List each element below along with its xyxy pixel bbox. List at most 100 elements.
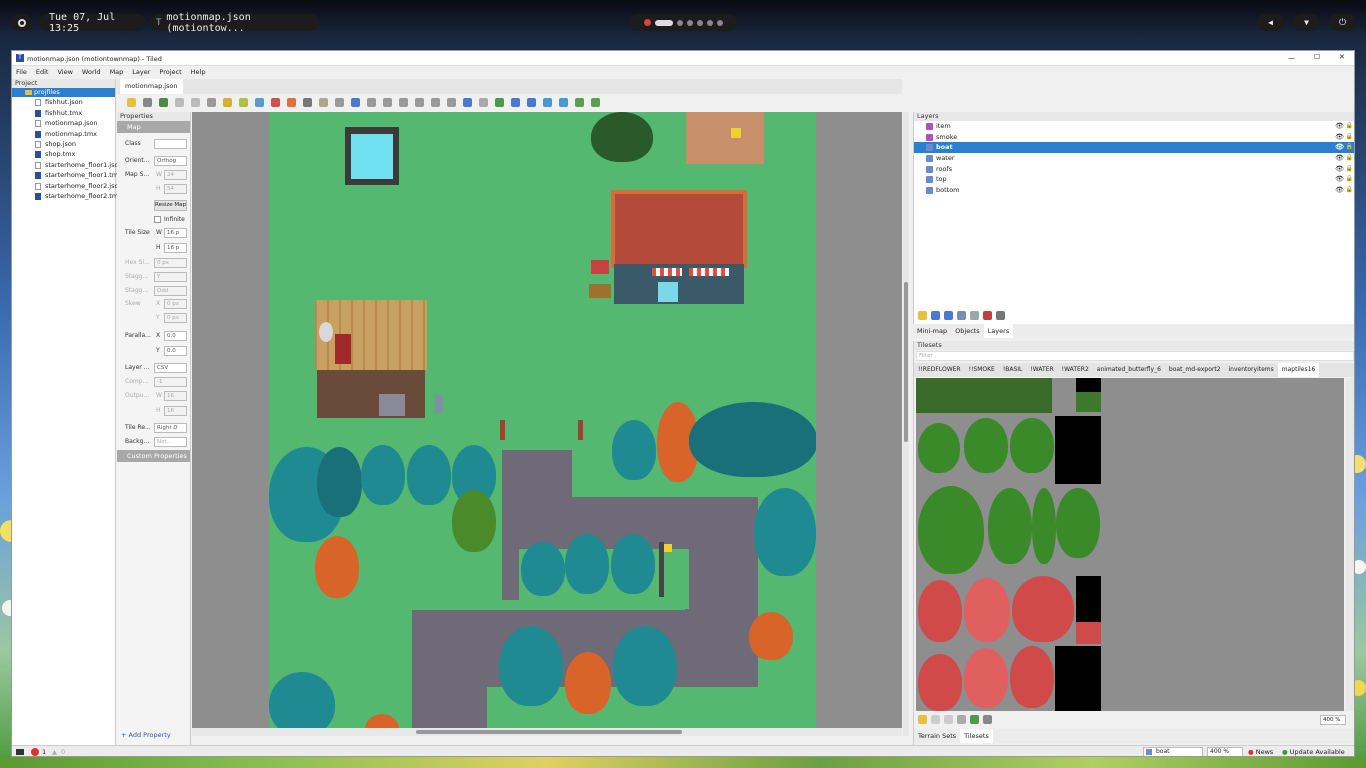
tileset-tab[interactable]: !WATER2: [1058, 363, 1093, 377]
magic-wand-icon[interactable]: [319, 98, 328, 107]
tile-render-dropdown[interactable]: Right D: [154, 423, 187, 433]
delete-layer-icon[interactable]: [983, 311, 992, 320]
minimize-button[interactable]: —: [1288, 54, 1295, 62]
tile-red-tree[interactable]: [918, 654, 962, 711]
tileset-tab[interactable]: maptiles16: [1277, 363, 1320, 377]
tileset-tab[interactable]: !BASIL: [999, 363, 1027, 377]
parallax-y-field[interactable]: 0.0: [164, 346, 187, 356]
tab-tilesets[interactable]: Tilesets: [960, 729, 993, 743]
lock-icon[interactable]: 🔒: [1346, 174, 1353, 185]
visibility-eye-icon[interactable]: 👁: [1335, 132, 1344, 143]
dock-tab-layers[interactable]: Layers: [983, 324, 1014, 338]
bucket-fill-icon[interactable]: [255, 98, 264, 107]
layer-row-roofs[interactable]: roofs 👁 🔒: [914, 164, 1354, 175]
menu-file[interactable]: File: [16, 68, 27, 78]
tile-red-bush[interactable]: [1076, 622, 1101, 644]
tileset-tab[interactable]: !WATER: [1026, 363, 1057, 377]
terrain-brush-icon[interactable]: [239, 98, 248, 107]
visibility-eye-icon[interactable]: 👁: [1335, 142, 1344, 153]
tile-green-tree[interactable]: [1032, 488, 1056, 564]
tilesize-w-field[interactable]: 16 p: [164, 228, 187, 238]
tile-red-tree[interactable]: [1012, 576, 1074, 642]
lock-icon[interactable]: 🔒: [1346, 142, 1353, 153]
stamp-dropdown-icon[interactable]: [207, 98, 216, 107]
tile-green-tree[interactable]: [1010, 418, 1054, 473]
lower-layer-icon[interactable]: [944, 311, 953, 320]
layer-row-top[interactable]: top 👁 🔒: [914, 174, 1354, 185]
delete-tileset-icon[interactable]: [983, 715, 992, 724]
layer-row-boat[interactable]: boat 👁 🔒: [914, 142, 1354, 154]
lock-icon[interactable]: 🔒: [1346, 121, 1353, 132]
tile-small-bush[interactable]: [1076, 392, 1101, 412]
insert-point-icon[interactable]: [367, 98, 376, 107]
zoom-dropdown[interactable]: 400 %: [1207, 747, 1243, 756]
add-property-button[interactable]: + Add Property: [121, 731, 171, 739]
dock-tab-minimap[interactable]: Mini-map: [913, 324, 951, 338]
layer-select-dropdown[interactable]: boat: [1143, 747, 1203, 756]
duplicate-layer-icon[interactable]: [957, 311, 966, 320]
select-same-icon[interactable]: [335, 98, 344, 107]
tileset-tab[interactable]: !!REDFLOWER: [914, 363, 965, 377]
flip-v-icon[interactable]: [559, 98, 568, 107]
menu-project[interactable]: Project: [159, 68, 181, 78]
project-file-item[interactable]: fishhut.json: [12, 97, 115, 107]
edit-tileset-icon[interactable]: [957, 715, 966, 724]
menu-map[interactable]: Map: [110, 68, 124, 78]
active-window-indicator[interactable]: T motionmap.json (motiontow...: [150, 12, 319, 34]
tile-red-tree[interactable]: [918, 580, 962, 642]
embed-tileset-icon[interactable]: [931, 715, 940, 724]
news-button[interactable]: ● News: [1248, 748, 1273, 756]
insert-template-icon[interactable]: [431, 98, 440, 107]
custom-properties-header[interactable]: Custom Properties: [117, 450, 190, 462]
workspace-dot[interactable]: [686, 19, 693, 26]
project-root-folder[interactable]: projfiles: [12, 88, 115, 98]
tileset-filter-input[interactable]: Filter: [916, 351, 1354, 361]
background-color-picker[interactable]: Not...: [154, 437, 187, 447]
layer-format-dropdown[interactable]: CSV: [154, 363, 187, 373]
lock-icon[interactable]: 🔒: [1346, 185, 1353, 196]
error-icon[interactable]: [31, 748, 39, 756]
stamp-brush-icon[interactable]: [223, 98, 232, 107]
tileset-tab[interactable]: boat_md-export2: [1165, 363, 1225, 377]
tile-red-tree[interactable]: [1010, 646, 1054, 708]
menu-world[interactable]: World: [82, 68, 101, 78]
flip-h-icon[interactable]: [543, 98, 552, 107]
wifi-button[interactable]: ▼: [1293, 14, 1320, 31]
infinite-checkbox[interactable]: [154, 216, 161, 223]
title-bar[interactable]: T motionmap.json (motiontownmap) - Tiled…: [12, 51, 1354, 66]
tileset-image[interactable]: [916, 378, 1102, 711]
volume-button[interactable]: ◀: [1257, 14, 1284, 31]
tileset-zoom-dropdown[interactable]: 400 %: [1320, 715, 1346, 725]
shape-fill-icon[interactable]: [271, 98, 280, 107]
maximize-button[interactable]: ☐: [1314, 53, 1320, 61]
tileset-scrollbar[interactable]: [1346, 378, 1354, 711]
project-file-item[interactable]: starterhome_floor2.tmx: [12, 191, 122, 201]
rect-select-icon[interactable]: [303, 98, 312, 107]
layer-row-smoke[interactable]: smoke 👁 🔒: [914, 132, 1354, 143]
resize-map-button[interactable]: Resize Map: [154, 200, 187, 211]
tile-empty[interactable]: [1055, 646, 1101, 711]
insert-ellipse-icon[interactable]: [383, 98, 392, 107]
lock-icon[interactable]: 🔒: [1346, 132, 1353, 143]
rotate-right-icon[interactable]: [591, 98, 600, 107]
eraser-icon[interactable]: [287, 98, 296, 107]
visibility-eye-icon[interactable]: 👁: [1335, 153, 1344, 164]
undo-icon[interactable]: [175, 98, 184, 107]
horizontal-scroll-thumb[interactable]: [416, 730, 682, 734]
world-tool-icon[interactable]: [495, 98, 504, 107]
tileset-tab[interactable]: !!SMOKE: [965, 363, 999, 377]
tileset-tab[interactable]: animated_butterfly_6: [1093, 363, 1165, 377]
tile-green-tree[interactable]: [918, 423, 960, 473]
select-objects-icon[interactable]: [463, 98, 472, 107]
insert-tile-icon[interactable]: [415, 98, 424, 107]
close-button[interactable]: ✕: [1339, 53, 1345, 61]
new-map-icon[interactable]: [127, 98, 136, 107]
insert-rect-icon[interactable]: [351, 98, 360, 107]
project-file-item[interactable]: shop.json: [12, 139, 115, 149]
vertical-scroll-thumb[interactable]: [904, 282, 908, 442]
tab-terrain-sets[interactable]: Terrain Sets: [914, 729, 960, 743]
tileset-view[interactable]: [916, 378, 1344, 711]
project-file-item[interactable]: starterhome_floor2.json: [12, 181, 123, 191]
layer-row-item[interactable]: item 👁 🔒: [914, 121, 1354, 132]
lock-icon[interactable]: 🔒: [1346, 153, 1353, 164]
